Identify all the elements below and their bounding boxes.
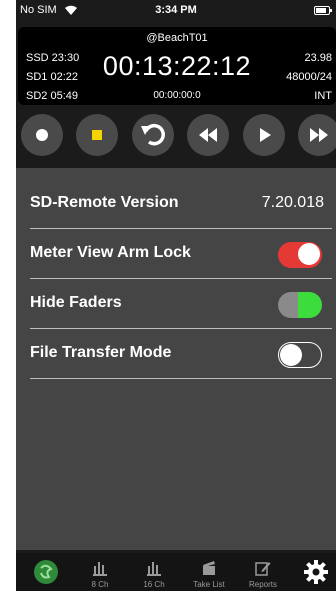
device-name: @BeachT01: [146, 32, 208, 44]
file-transfer-toggle[interactable]: [278, 342, 322, 368]
hide-faders-label: Hide Faders: [30, 294, 122, 311]
clock: 3:34 PM: [155, 4, 197, 16]
tab-take-list[interactable]: Take List: [184, 553, 234, 591]
version-row: SD-Remote Version 7.20.018: [16, 168, 336, 218]
app-screen: No SIM 3:34 PM @BeachT01 SSD 23:30 SD1 0…: [16, 0, 336, 591]
tab-bar: 8 Ch 16 Ch Take List Reports: [16, 553, 336, 591]
status-bar: No SIM 3:34 PM: [16, 0, 336, 24]
gear-icon: [304, 560, 328, 584]
fast-forward-button[interactable]: [298, 114, 336, 156]
transport-controls: [16, 114, 336, 156]
arm-lock-label: Meter View Arm Lock: [30, 244, 191, 261]
meter-icon: [93, 562, 107, 576]
undo-button[interactable]: [132, 114, 174, 156]
toggle-knob: [298, 243, 320, 265]
rewind-button[interactable]: [187, 114, 229, 156]
edit-icon: [255, 562, 271, 576]
logo-icon: [34, 560, 58, 584]
tab-logo[interactable]: [24, 553, 68, 591]
tab-reports[interactable]: Reports: [238, 553, 288, 591]
tab-settings[interactable]: [298, 553, 334, 591]
file-transfer-label: File Transfer Mode: [30, 344, 172, 361]
toggle-knob: [298, 293, 320, 315]
meter-icon: [147, 562, 161, 576]
tab-reports-label: Reports: [248, 580, 277, 589]
rewind-icon: [199, 128, 217, 142]
hide-faders-toggle[interactable]: [278, 292, 322, 318]
tab-8ch[interactable]: 8 Ch: [76, 553, 124, 591]
sync-source: INT: [314, 90, 332, 102]
record-button[interactable]: [21, 114, 63, 156]
tab-8ch-label: 8 Ch: [91, 580, 109, 589]
battery-icon: [314, 6, 332, 15]
clapperboard-icon: [203, 561, 215, 575]
tab-16ch-label: 16 Ch: [143, 580, 165, 589]
version-value: 7.20.018: [261, 194, 324, 211]
sample-rate: 48000/24: [286, 71, 332, 83]
stop-button[interactable]: [76, 114, 118, 156]
fast-forward-icon: [310, 128, 328, 142]
play-icon: [260, 128, 271, 142]
timecode-panel: @BeachT01 SSD 23:30 SD1 02:22 SD2 05:49 …: [18, 27, 336, 105]
undo-icon: [141, 123, 165, 146]
tab-16ch[interactable]: 16 Ch: [130, 553, 178, 591]
sub-timecode: 00:00:00:0: [153, 90, 201, 101]
arm-lock-toggle[interactable]: [278, 242, 322, 268]
settings-panel: SD-Remote Version 7.20.018 Meter View Ar…: [16, 168, 336, 550]
stop-icon: [92, 130, 102, 140]
toggle-knob: [280, 344, 302, 366]
play-button[interactable]: [243, 114, 285, 156]
frame-rate: 23.98: [304, 52, 332, 64]
record-icon: [36, 129, 48, 141]
tab-take-list-label: Take List: [193, 580, 225, 589]
divider: [30, 378, 332, 379]
version-label: SD-Remote Version: [30, 194, 179, 211]
